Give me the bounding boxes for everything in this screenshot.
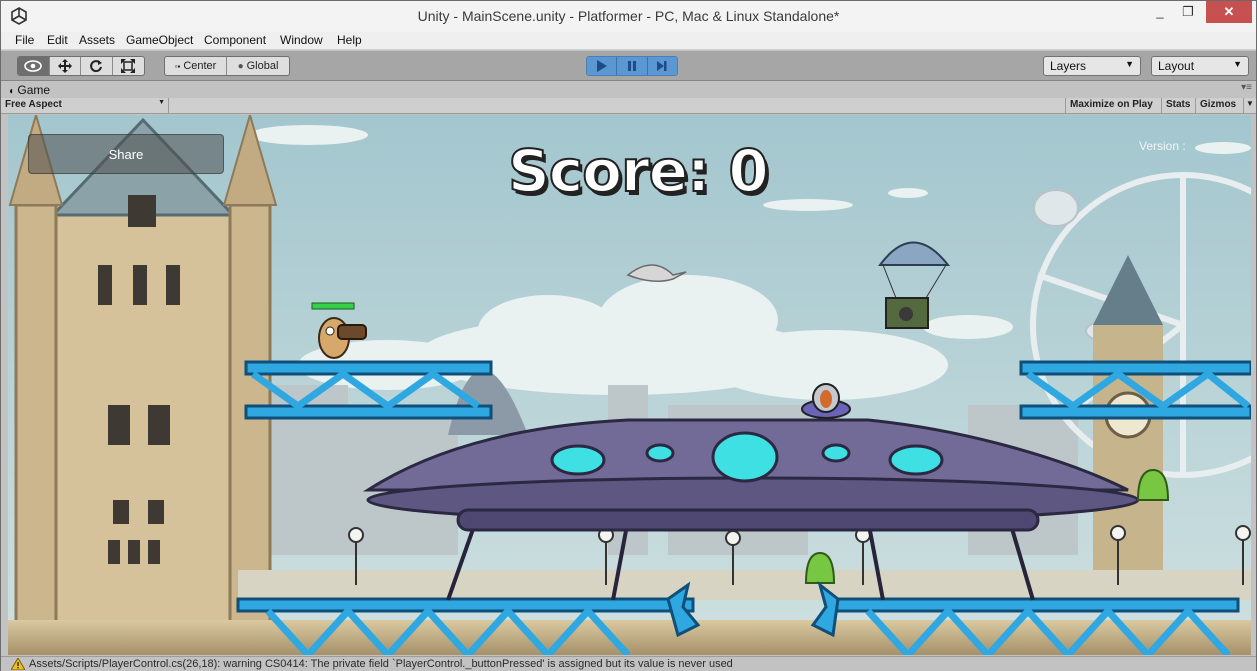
pause-icon[interactable] <box>617 57 648 75</box>
game-tab-row: ◖ Game ▾≡ <box>1 82 1256 98</box>
version-label: Version : <box>1139 139 1186 153</box>
game-view-toolbar: Free Aspect ▼ Maximize on Play Stats Giz… <box>1 98 1256 114</box>
score-label: Score: 0 <box>507 136 770 206</box>
gizmos-toggle[interactable]: Gizmos <box>1195 98 1245 113</box>
menu-file[interactable]: File <box>15 33 34 47</box>
embankment <box>238 570 1251 600</box>
step-icon[interactable] <box>647 57 677 75</box>
tower-bridge-left <box>8 115 278 637</box>
stats-toggle[interactable]: Stats <box>1161 98 1194 113</box>
big-ben <box>1093 255 1163 585</box>
tab-game[interactable]: ◖ Game <box>8 83 88 98</box>
aspect-label: Free Aspect <box>5 99 62 110</box>
gizmos-dropdown-icon[interactable]: ▼ <box>1243 98 1256 113</box>
console-status-bar[interactable]: Assets/Scripts/PlayerControl.cs(26,18): … <box>1 656 1256 671</box>
chevron-down-icon: ▼ <box>1125 59 1134 69</box>
close-button[interactable]: ✕ <box>1206 1 1252 23</box>
maximize-on-play-toggle[interactable]: Maximize on Play <box>1065 98 1157 113</box>
pivot-toggles: ▫▪ Center ● Global <box>164 56 290 76</box>
pacman-icon: ◖ <box>8 86 15 97</box>
move-icon[interactable] <box>50 57 81 75</box>
menu-component[interactable]: Component <box>204 33 266 47</box>
status-message: Assets/Scripts/PlayerControl.cs(26,18): … <box>29 658 733 670</box>
main-toolbar: ▫▪ Center ● Global Layers ▼ Layout ▼ <box>1 51 1256 81</box>
pivot-center-toggle[interactable]: ▫▪ Center <box>165 57 227 75</box>
chevron-down-icon: ▼ <box>1233 59 1242 69</box>
pivot-label: Center <box>183 60 217 72</box>
tab-game-label: Game <box>17 83 51 97</box>
layout-label: Layout <box>1158 59 1195 73</box>
scale-icon[interactable] <box>113 57 144 75</box>
menu-window[interactable]: Window <box>280 33 323 47</box>
globe-icon: ● <box>237 60 244 72</box>
minimize-button[interactable]: _ <box>1147 1 1173 23</box>
menu-gameobject[interactable]: GameObject <box>126 33 193 47</box>
share-button[interactable]: Share <box>28 134 224 174</box>
rotate-icon[interactable] <box>81 57 113 75</box>
pivot-icon: ▫▪ <box>174 61 181 71</box>
layers-label: Layers <box>1050 59 1087 73</box>
chevron-down-icon: ▼ <box>158 99 165 106</box>
unity-editor-window: Unity - MainScene.unity - Platformer - P… <box>0 0 1257 671</box>
menu-assets[interactable]: Assets <box>79 33 115 47</box>
maximize-button[interactable]: ❐ <box>1175 1 1201 23</box>
title-bar: Unity - MainScene.unity - Platformer - P… <box>1 1 1256 32</box>
hand-view-icon[interactable] <box>18 57 50 75</box>
aspect-dropdown[interactable]: Free Aspect ▼ <box>1 98 169 113</box>
play-icon[interactable] <box>587 57 618 75</box>
pivot-global-toggle[interactable]: ● Global <box>227 57 289 75</box>
menu-bar: File Edit Assets GameObject Component Wi… <box>1 32 1256 50</box>
layers-dropdown[interactable]: Layers ▼ <box>1043 56 1141 76</box>
window-title: Unity - MainScene.unity - Platformer - P… <box>417 8 840 24</box>
layout-dropdown[interactable]: Layout ▼ <box>1151 56 1249 76</box>
menu-help[interactable]: Help <box>337 33 362 47</box>
warning-icon <box>11 658 25 670</box>
play-controls <box>586 56 678 76</box>
game-viewport[interactable]: Share Score: 0 Version : <box>8 115 1251 655</box>
menu-edit[interactable]: Edit <box>47 33 68 47</box>
transform-tools <box>17 56 145 76</box>
tab-menu-icon[interactable]: ▾≡ <box>1241 82 1252 93</box>
space-label: Global <box>246 60 279 72</box>
